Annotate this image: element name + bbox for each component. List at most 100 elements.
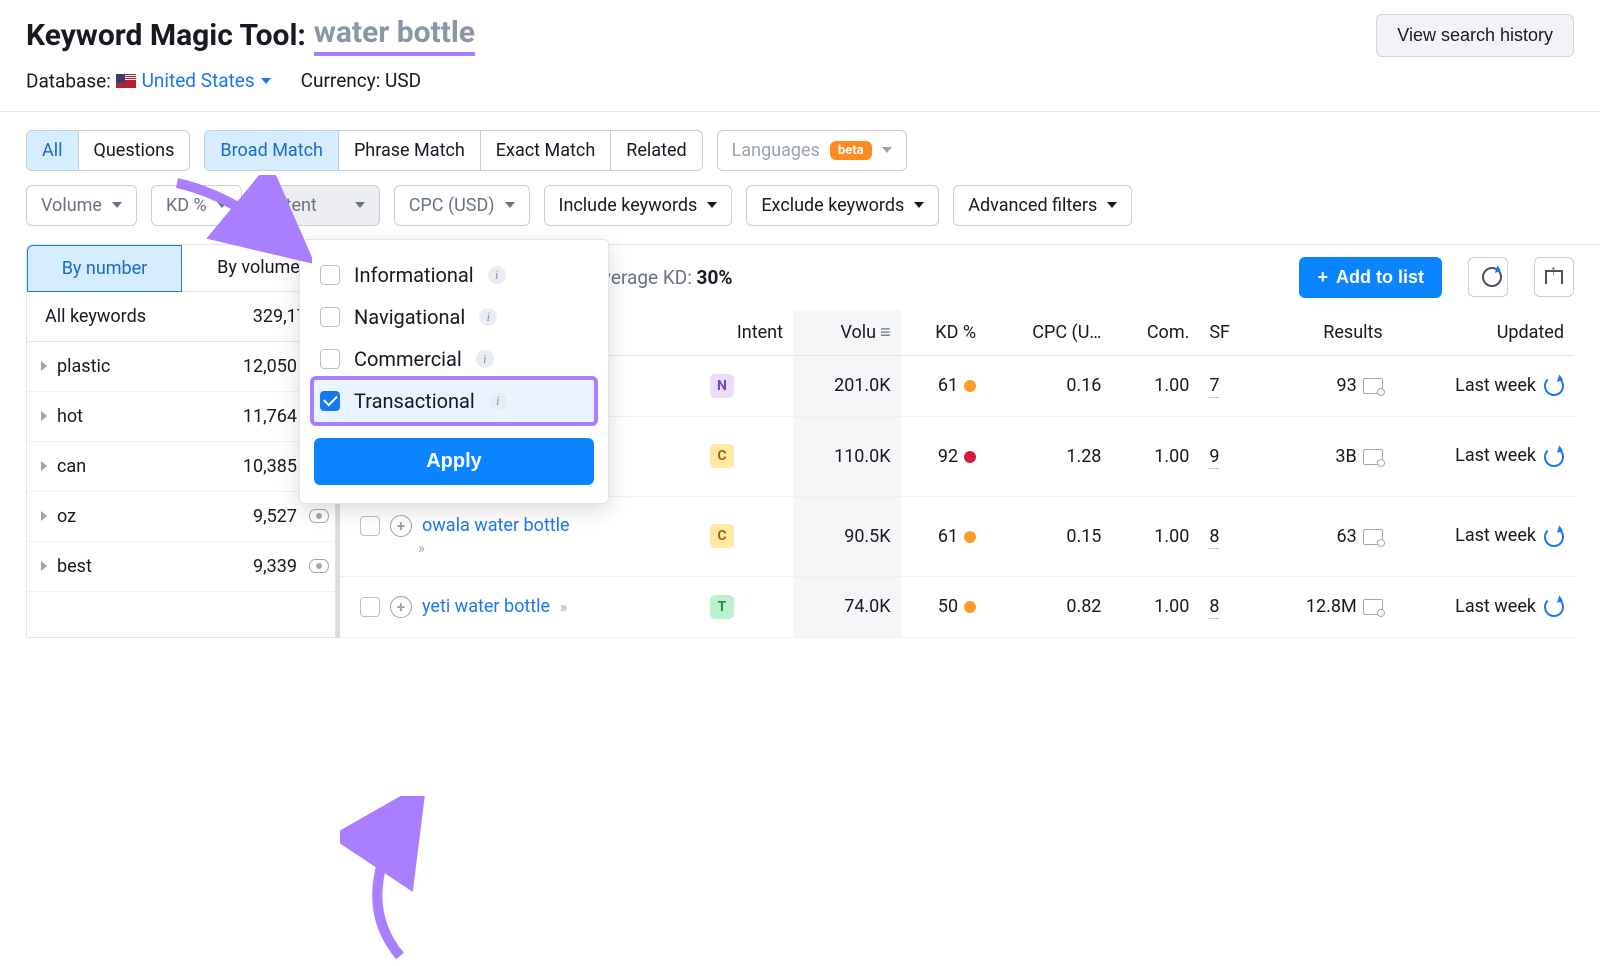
include-keywords-filter[interactable]: Include keywords (544, 185, 733, 226)
info-icon[interactable]: i (488, 266, 506, 284)
col-cpc[interactable]: CPC (U… (986, 310, 1111, 356)
chevron-down-icon (261, 78, 271, 84)
group-count: 9,339 (253, 556, 297, 577)
checkbox-icon[interactable] (320, 307, 340, 327)
double-chevron-icon[interactable]: ›› (418, 539, 423, 557)
kd-dot-icon (964, 380, 976, 392)
volume-cell: 110.0K (793, 416, 901, 496)
col-updated[interactable]: Updated (1393, 310, 1574, 356)
checkbox-icon[interactable] (320, 349, 340, 369)
tab-phrase-match[interactable]: Phrase Match (339, 131, 481, 170)
tab-questions[interactable]: Questions (79, 131, 190, 170)
intent-option-commercial[interactable]: Commercial i (314, 338, 594, 380)
info-icon[interactable]: i (479, 308, 497, 326)
add-to-list-button[interactable]: +Add to list (1299, 257, 1442, 298)
intent-dropdown-panel: Informational i Navigational i Commercia… (299, 239, 609, 504)
com-cell: 1.00 (1111, 576, 1199, 637)
tab-by-number[interactable]: By number (27, 245, 182, 292)
refresh-icon[interactable] (1544, 597, 1564, 617)
row-checkbox[interactable] (360, 597, 380, 617)
exclude-keywords-filter[interactable]: Exclude keywords (746, 185, 939, 226)
tab-broad-match[interactable]: Broad Match (205, 131, 339, 170)
add-circle-icon[interactable]: + (390, 596, 412, 618)
beta-badge: beta (830, 141, 872, 160)
intent-badge: C (710, 524, 734, 548)
intent-badge: C (710, 444, 734, 468)
chevron-right-icon (41, 411, 47, 421)
keyword-link[interactable]: owala water bottle (422, 515, 570, 536)
col-com[interactable]: Com. (1111, 310, 1199, 356)
eye-icon[interactable] (309, 509, 329, 523)
col-intent[interactable]: Intent (700, 310, 793, 356)
eye-icon[interactable] (309, 559, 329, 573)
annotation-arrow-icon (162, 175, 312, 265)
chevron-right-icon (41, 461, 47, 471)
intent-option-transactional[interactable]: Transactional i (314, 380, 594, 422)
page-title: Keyword Magic Tool: (26, 18, 306, 53)
cpc-filter[interactable]: CPC (USD) (394, 185, 530, 226)
tabs-primary: All Questions (26, 130, 190, 171)
volume-filter[interactable]: Volume (26, 185, 137, 226)
row-checkbox[interactable] (360, 516, 380, 536)
sf-cell[interactable]: 9 (1199, 416, 1256, 496)
chevron-down-icon (355, 202, 365, 208)
serp-icon[interactable] (1363, 378, 1383, 394)
col-volume[interactable]: Volu≡ (793, 310, 901, 356)
all-keywords-row[interactable]: All keywords 329,177 (27, 292, 335, 342)
col-kd[interactable]: KD % (901, 310, 986, 356)
export-button[interactable] (1534, 257, 1574, 297)
database-selector[interactable]: United States (116, 69, 271, 92)
cpc-cell: 0.16 (986, 355, 1111, 416)
intent-option-informational[interactable]: Informational i (314, 254, 594, 296)
double-chevron-icon[interactable]: ›› (560, 598, 565, 616)
volume-cell: 74.0K (793, 576, 901, 637)
tab-exact-match[interactable]: Exact Match (481, 131, 611, 170)
keyword-group-item[interactable]: oz 9,527 (27, 492, 335, 542)
chevron-down-icon (505, 202, 515, 208)
checkbox-icon[interactable] (320, 265, 340, 285)
col-results[interactable]: Results (1257, 310, 1393, 356)
intent-badge: T (710, 595, 734, 619)
add-circle-icon[interactable]: + (390, 515, 412, 537)
sort-icon: ≡ (880, 322, 891, 343)
com-cell: 1.00 (1111, 416, 1199, 496)
col-sf[interactable]: SF (1199, 310, 1256, 356)
results-cell: 3B (1257, 416, 1393, 496)
serp-icon[interactable] (1363, 449, 1383, 465)
view-search-history-button[interactable]: View search history (1376, 14, 1574, 57)
checkbox-icon[interactable] (320, 391, 340, 411)
keyword-group-item[interactable]: hot 11,764 (27, 392, 335, 442)
serp-icon[interactable] (1363, 599, 1383, 615)
keyword-link[interactable]: yeti water bottle (422, 596, 550, 617)
kd-dot-icon (964, 601, 976, 613)
results-cell: 63 (1257, 496, 1393, 576)
refresh-button[interactable] (1468, 257, 1508, 297)
languages-selector[interactable]: Languages beta (717, 130, 907, 171)
com-cell: 1.00 (1111, 355, 1199, 416)
intent-option-navigational[interactable]: Navigational i (314, 296, 594, 338)
export-icon (1545, 270, 1563, 284)
refresh-icon[interactable] (1544, 376, 1564, 396)
tab-all[interactable]: All (27, 131, 79, 170)
updated-cell: Last week (1393, 576, 1574, 637)
refresh-icon[interactable] (1544, 447, 1564, 467)
kd-cell: 50 (901, 576, 986, 637)
apply-button[interactable]: Apply (314, 438, 594, 485)
sf-cell[interactable]: 7 (1199, 355, 1256, 416)
group-name: hot (57, 406, 83, 427)
kd-dot-icon (964, 451, 976, 463)
refresh-icon[interactable] (1544, 527, 1564, 547)
keyword-group-item[interactable]: plastic 12,050 (27, 342, 335, 392)
advanced-filters[interactable]: Advanced filters (953, 185, 1132, 226)
cpc-cell: 0.82 (986, 576, 1111, 637)
sf-cell[interactable]: 8 (1199, 496, 1256, 576)
tab-related[interactable]: Related (611, 131, 701, 170)
refresh-icon (1482, 267, 1502, 287)
info-icon[interactable]: i (489, 392, 507, 410)
sf-cell[interactable]: 8 (1199, 576, 1256, 637)
serp-icon[interactable] (1363, 529, 1383, 545)
keyword-group-item[interactable]: can 10,385 (27, 442, 335, 492)
info-icon[interactable]: i (476, 350, 494, 368)
keyword-group-item[interactable]: best 9,339 (27, 542, 335, 592)
group-name: can (57, 456, 86, 477)
